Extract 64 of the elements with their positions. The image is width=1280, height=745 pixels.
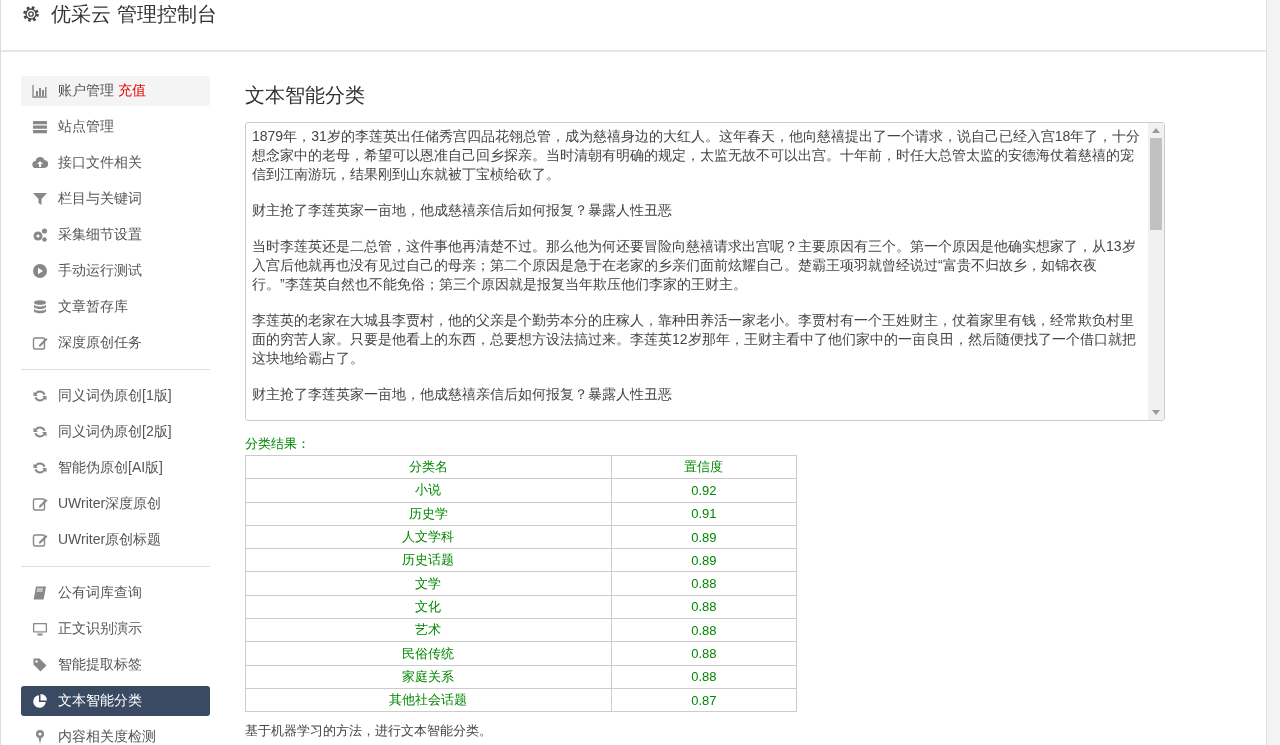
table-cell: 其他社会话题 [245,688,612,712]
table-cell: 0.91 [611,502,797,526]
result-label: 分类结果： [245,435,311,453]
edit-icon [32,532,48,548]
table-cell: 0.89 [611,548,797,572]
database-icon [32,299,48,315]
table-cell: 0.88 [611,665,797,689]
sidebar-item[interactable]: 内容相关度检测 [21,722,210,745]
table-cell: 家庭关系 [245,665,612,689]
sidebar-item[interactable]: 同义词伪原创[2版] [21,417,210,447]
monitor-icon [32,621,48,637]
table-cell: 人文学科 [245,525,612,549]
table-cell: 0.88 [611,572,797,596]
description-text: 基于机器学习的方法，进行文本智能分类。 [245,722,493,741]
sidebar-item[interactable]: 深度原创任务 [21,328,210,358]
sidebar-item[interactable]: 同义词伪原创[1版] [21,381,210,411]
server-icon [32,119,48,135]
table-cell: 文化 [245,595,612,619]
sidebar-item[interactable]: 采集细节设置 [21,220,210,250]
column-header: 分类名 [245,455,612,479]
refresh-icon [32,424,48,440]
sidebar-item[interactable]: 正文识别演示 [21,614,210,644]
refresh-icon [32,388,48,404]
table-cell: 0.88 [611,595,797,619]
gears-icon [32,227,48,243]
sidebar-item[interactable]: 账户管理 充值 [21,76,210,106]
sidebar-item[interactable]: 手动运行测试 [21,256,210,286]
page-title: 文本智能分类 [245,83,366,108]
console-title: 优采云 管理控制台 [51,2,217,26]
book-icon [32,585,48,601]
table-cell: 0.87 [611,688,797,712]
edit-icon [32,335,48,351]
sidebar-item[interactable]: 栏目与关键词 [21,184,210,214]
table-cell: 民俗传统 [245,641,612,666]
sidebar-item[interactable]: 智能提取标签 [21,650,210,680]
sidebar-item[interactable]: UWriter原创标题 [21,525,210,555]
table-cell: 文学 [245,572,612,596]
sidebar-item[interactable]: UWriter深度原创 [21,489,210,519]
sidebar-item[interactable]: 文本智能分类 [21,686,210,716]
table-cell: 历史话题 [245,548,612,572]
scrollbar[interactable] [1148,123,1164,420]
pie-chart-icon [32,693,48,709]
play-icon [32,263,48,279]
table-cell: 0.89 [611,525,797,549]
refresh-icon [32,460,48,476]
settings-icon [21,4,41,24]
column-header: 置信度 [611,455,797,479]
table-cell: 小说 [245,478,612,503]
sidebar-item[interactable]: 智能伪原创[AI版] [21,453,210,483]
table-cell: 艺术 [245,618,612,642]
sidebar-item[interactable]: 站点管理 [21,112,210,142]
sidebar-item[interactable]: 公有词库查询 [21,578,210,608]
tag-icon [32,657,48,673]
table-cell: 0.88 [611,641,797,666]
edit-icon [32,496,48,512]
table-cell: 0.88 [611,618,797,642]
text-area[interactable]: 1879年，31岁的李莲英出任储秀宫四品花翎总管，成为慈禧身边的大红人。这年春天，他向慈禧提出了一个请求，说自己已经入宫18年了，十分想念家中的老母，希望可以恩准自己回乡探亲。当时清朝有明确的规定，太监无故不可以出宫。十年前，时任大总管太监的安德海仗着慈禧的宠信到江南游玩，结果刚到山东就被丁宝桢给砍了。 财主抢了李莲英家一亩地，他成慈禧亲信后如何报复？暴露人性丑恶 当时李莲英还是二总管，这件事他再清楚不过。那么他为何还要冒险向慈禧请求出宫呢？主要原因有三个。第一个原因是他确实想家了，从13岁入宫后他就再也没有见过自己的母亲；第二个原因是急于在老家的乡亲们面前炫耀自己。楚霸王项羽就曾经说过“富贵不归故乡，如锦衣夜行。”李莲英自然也不能免俗；第三个原因就是报复当年欺压他们李家的王财主。 李莲英的老家在大城县李贾村，他的父亲是个勤劳本分的庄稼人，靠种田养活一家老小。李贾村有一个王姓财主，仗着家里有钱，经常欺负村里面的穷苦人家。只要是他看上的东西，总要想方设法搞过来。李莲英12岁那年，王财主看中了他们家中的一亩良田，然后随便找了一个借口就把这块地给霸占了。 财主抢了李莲英家一亩地，他成慈禧亲信后如何报复？暴露人性丑恶 [245,122,1165,421]
filter-icon [32,191,48,207]
table-cell: 历史学 [245,502,612,526]
cloud-upload-icon [32,155,48,171]
table-cell: 0.92 [611,478,797,503]
sidebar-item[interactable]: 文章暂存库 [21,292,210,322]
sidebar-item[interactable]: 接口文件相关 [21,148,210,178]
bar-chart-icon [32,83,48,99]
